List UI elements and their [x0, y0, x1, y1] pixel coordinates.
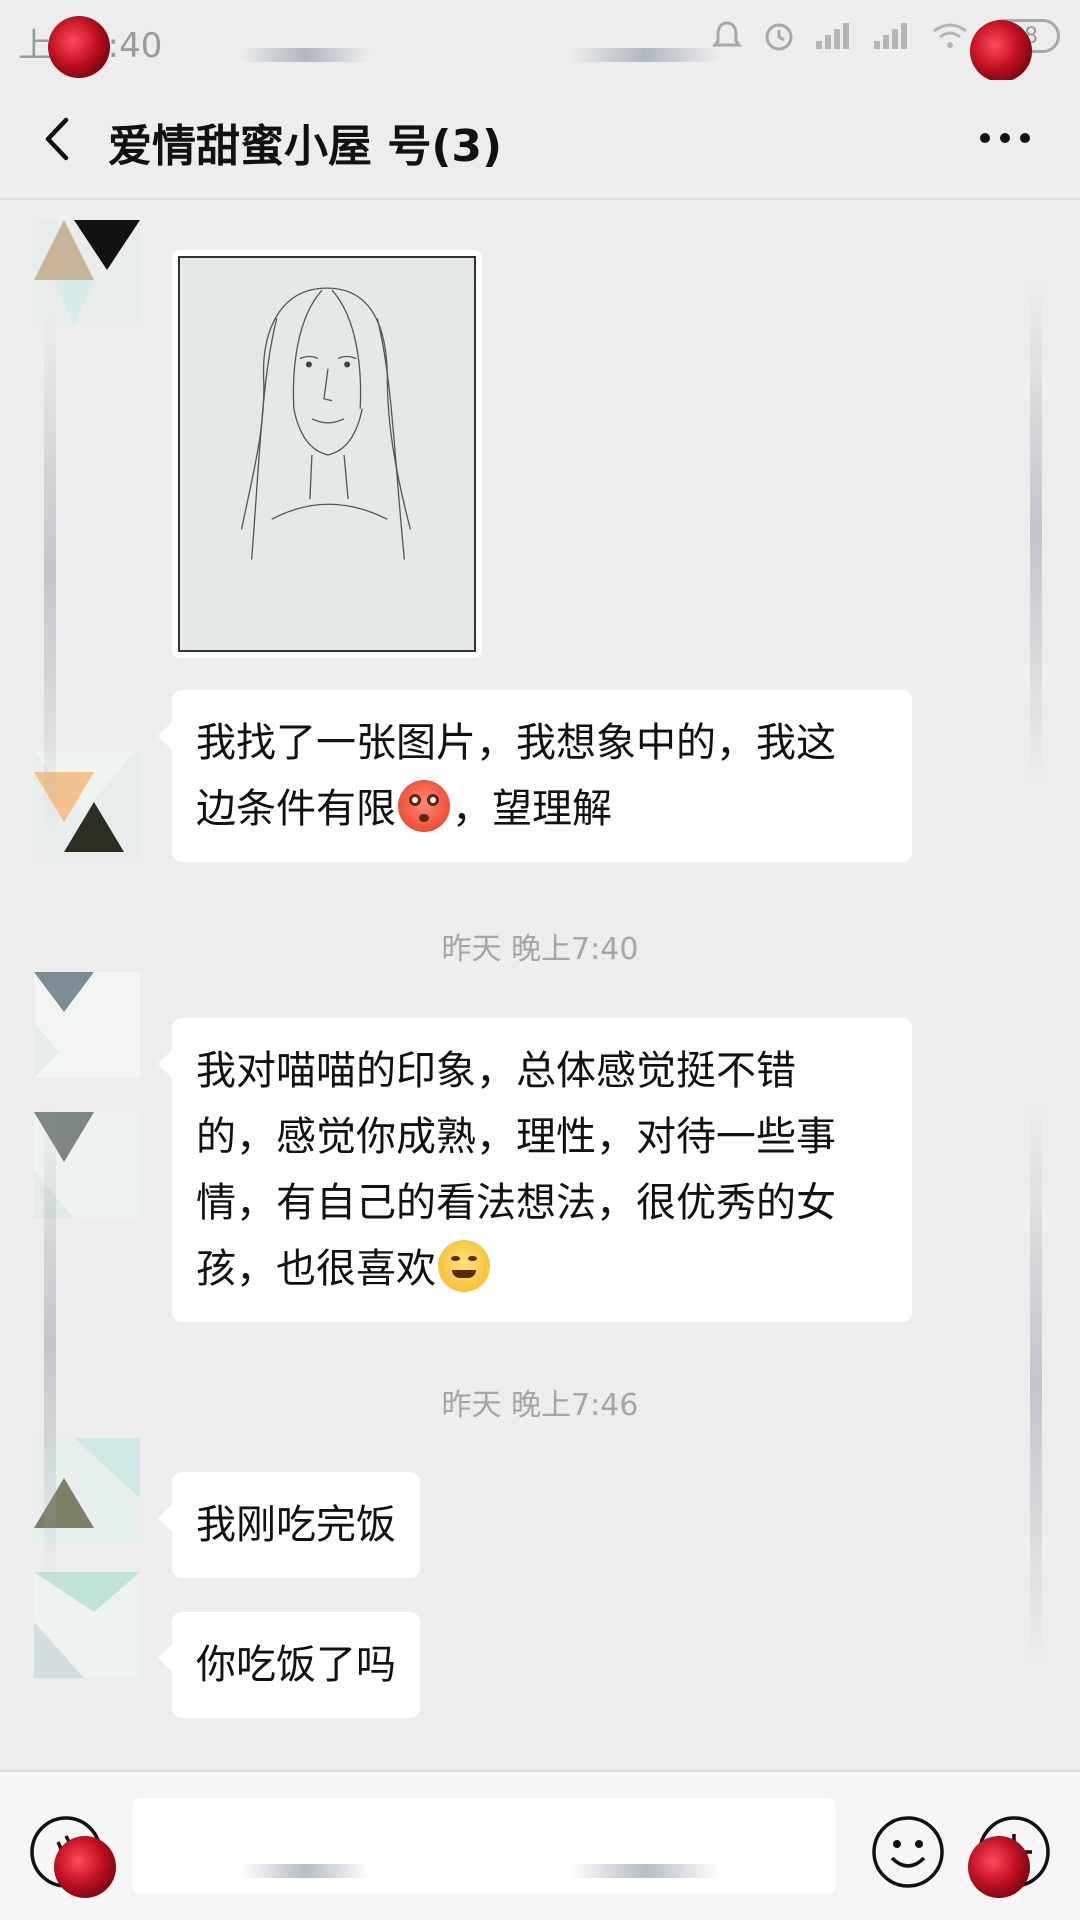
message-text: 你吃饭了吗 — [196, 1642, 396, 1688]
alarm-icon — [765, 23, 793, 51]
message-text: 边条件有限 — [196, 786, 396, 832]
message-text-line: 边条件有限 ，望理解 — [196, 776, 888, 842]
decorative-streak — [44, 1102, 56, 1582]
rose-sticker-icon — [48, 16, 110, 78]
rose-sticker-icon — [54, 1836, 116, 1898]
signal-icon-2 — [874, 23, 907, 49]
rose-sticker-icon — [970, 20, 1032, 82]
timestamp: 昨天 晚上7:40 — [441, 932, 639, 967]
chat-header: 爱情甜蜜小屋 号(3) — [0, 80, 1080, 200]
decorative-streak — [1030, 1102, 1042, 1662]
timestamp: 昨天 晚上7:46 — [441, 1388, 639, 1423]
message-bubble[interactable]: 你吃饭了吗 — [158, 1612, 420, 1718]
status-bar: 上午9:40 68 — [0, 0, 1080, 82]
message-text: 孩，也很喜欢 — [196, 1246, 436, 1292]
message-text: 的，感觉你成熟，理性，对待一些事 — [196, 1114, 836, 1160]
blur-smear — [240, 1864, 370, 1878]
rose-sticker-icon — [968, 1836, 1030, 1898]
message-bubble[interactable]: 我刚吃完饭 — [158, 1472, 420, 1578]
back-arrow-icon[interactable] — [36, 116, 82, 162]
message-text-line: 孩，也很喜欢 — [196, 1236, 888, 1302]
sketch-image — [178, 256, 476, 652]
avatar[interactable] — [34, 972, 140, 1078]
message-text: 情，有自己的看法想法，很优秀的女 — [196, 1180, 836, 1226]
avatar[interactable] — [34, 220, 140, 326]
blur-smear — [570, 48, 720, 62]
more-icon[interactable] — [974, 110, 1036, 166]
chat-title: 爱情甜蜜小屋 号(3) — [108, 121, 503, 172]
image-message[interactable] — [172, 250, 482, 658]
avatar[interactable] — [34, 1572, 140, 1678]
decorative-streak — [44, 312, 56, 832]
flushed-face-icon — [398, 780, 450, 832]
message-input[interactable] — [132, 1798, 836, 1894]
wifi-icon — [933, 23, 967, 48]
emoji-icon[interactable] — [870, 1814, 946, 1890]
message-text: 我刚吃完饭 — [196, 1502, 396, 1548]
message-bubble[interactable]: 我对喵喵的印象，总体感觉挺不错 的，感觉你成熟，理性，对待一些事 情，有自己的看… — [158, 1018, 912, 1322]
blur-smear — [240, 48, 370, 62]
chat-area[interactable]: 我找了一张图片，我想象中的，我这 边条件有限 ，望理解 昨天 晚上7:40 我对喵… — [0, 202, 1080, 1770]
signal-icon — [816, 23, 849, 49]
input-bar — [0, 1770, 1080, 1920]
sketch-portrait-icon — [240, 287, 412, 560]
message-bubble[interactable]: 我找了一张图片，我想象中的，我这 边条件有限 ，望理解 — [158, 690, 912, 862]
blur-smear — [570, 1864, 720, 1878]
decorative-streak — [1030, 282, 1042, 782]
message-text: 我对喵喵的印象，总体感觉挺不错 — [196, 1048, 796, 1094]
message-text: ，望理解 — [452, 786, 612, 832]
smiling-face-icon — [438, 1240, 490, 1292]
message-text: 我找了一张图片，我想象中的，我这 — [196, 720, 836, 766]
